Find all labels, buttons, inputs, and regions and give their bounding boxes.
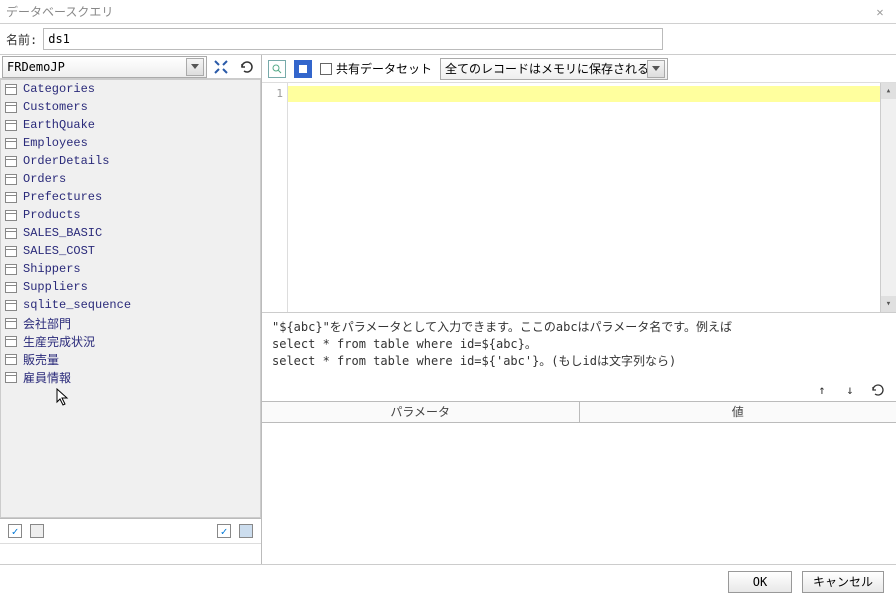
arrow-down-icon[interactable]: ↓ (842, 382, 858, 398)
window-title: データベースクエリ (6, 3, 870, 20)
table-icon (5, 336, 17, 347)
table-item[interactable]: Orders (1, 170, 260, 188)
table-icon (5, 354, 17, 365)
datasource-selected: FRDemoJP (7, 60, 65, 74)
table-icon (5, 120, 17, 131)
sql-icon[interactable] (294, 60, 312, 78)
name-input[interactable] (43, 28, 663, 50)
table-item[interactable]: 雇員情報 (1, 368, 260, 386)
name-label: 名前: (6, 31, 37, 48)
hint-text: "${abc}"をパラメータとして入力できます。ここのabcはパラメータ名です。… (262, 313, 896, 379)
table-icon (5, 192, 17, 203)
scroll-up-icon[interactable]: ▴ (881, 83, 896, 99)
table-icon (5, 228, 17, 239)
table-icon (5, 318, 17, 329)
table-icon (5, 372, 17, 383)
param-table-body[interactable] (262, 423, 896, 564)
param-col-header: パラメータ (262, 402, 580, 422)
chevron-down-icon[interactable] (186, 58, 204, 76)
line-number: 1 (262, 87, 283, 100)
table-label: 雇員情報 (23, 369, 71, 386)
scrollbar[interactable]: ▴ ▾ (880, 83, 896, 312)
memory-combo[interactable]: 全てのレコードはメモリに保存される (440, 58, 668, 80)
sql-editor[interactable] (288, 83, 880, 312)
table-label: 生産完成状況 (23, 333, 95, 350)
table-label: Orders (23, 172, 66, 186)
table-item[interactable]: 販売量 (1, 350, 260, 368)
table-item[interactable]: Prefectures (1, 188, 260, 206)
table-label: OrderDetails (23, 154, 109, 168)
tools-icon[interactable] (209, 56, 233, 78)
table-item[interactable]: SALES_BASIC (1, 224, 260, 242)
value-col-header: 値 (580, 402, 896, 422)
table-item[interactable]: Products (1, 206, 260, 224)
table-label: sqlite_sequence (23, 298, 131, 312)
table-icon (5, 174, 17, 185)
table-label: Shippers (23, 262, 81, 276)
table-label: EarthQuake (23, 118, 95, 132)
shared-label: 共有データセット (336, 60, 432, 77)
table-item[interactable]: Suppliers (1, 278, 260, 296)
table-label: Customers (23, 100, 88, 114)
table-icon (5, 84, 17, 95)
table-icon (5, 138, 17, 149)
checkbox-1[interactable]: ✓ (8, 524, 22, 538)
table-item[interactable]: EarthQuake (1, 116, 260, 134)
table-icon (5, 300, 17, 311)
table-label: Categories (23, 82, 95, 96)
editor-gutter: 1 (262, 83, 288, 312)
table-label: Products (23, 208, 81, 222)
shared-checkbox[interactable] (320, 63, 332, 75)
table-item[interactable]: Employees (1, 134, 260, 152)
table-label: 販売量 (23, 351, 59, 368)
cancel-button[interactable]: キャンセル (802, 571, 884, 593)
ok-button[interactable]: OK (728, 571, 792, 593)
table-label: SALES_COST (23, 244, 95, 258)
checkbox-2[interactable]: ✓ (217, 524, 231, 538)
list-icon-1 (30, 524, 44, 538)
chevron-down-icon[interactable] (647, 60, 665, 78)
table-item[interactable]: 生産完成状況 (1, 332, 260, 350)
datasource-combo[interactable]: FRDemoJP (2, 56, 207, 78)
refresh-param-icon[interactable] (870, 382, 886, 398)
table-item[interactable]: 会社部門 (1, 314, 260, 332)
table-icon (5, 246, 17, 257)
table-label: 会社部門 (23, 315, 71, 332)
table-label: SALES_BASIC (23, 226, 102, 240)
table-icon (5, 282, 17, 293)
scroll-down-icon[interactable]: ▾ (881, 296, 896, 312)
table-icon (5, 102, 17, 113)
table-icon (5, 156, 17, 167)
table-item[interactable]: OrderDetails (1, 152, 260, 170)
table-label: Suppliers (23, 280, 88, 294)
table-icon (5, 264, 17, 275)
preview-icon[interactable] (268, 60, 286, 78)
table-item[interactable]: Customers (1, 98, 260, 116)
table-item[interactable]: Shippers (1, 260, 260, 278)
memory-selected: 全てのレコードはメモリに保存される (445, 60, 649, 77)
table-label: Employees (23, 136, 88, 150)
arrow-up-icon[interactable]: ↑ (814, 382, 830, 398)
table-list: Categories Customers EarthQuake Employees Or… (0, 79, 261, 518)
table-label: Prefectures (23, 190, 102, 204)
list-icon-2 (239, 524, 253, 538)
close-icon[interactable]: ✕ (870, 2, 890, 22)
table-item[interactable]: Categories (1, 80, 260, 98)
table-item[interactable]: SALES_COST (1, 242, 260, 260)
table-icon (5, 210, 17, 221)
table-item[interactable]: sqlite_sequence (1, 296, 260, 314)
refresh-icon[interactable] (235, 56, 259, 78)
param-table-header: パラメータ 値 (262, 401, 896, 423)
